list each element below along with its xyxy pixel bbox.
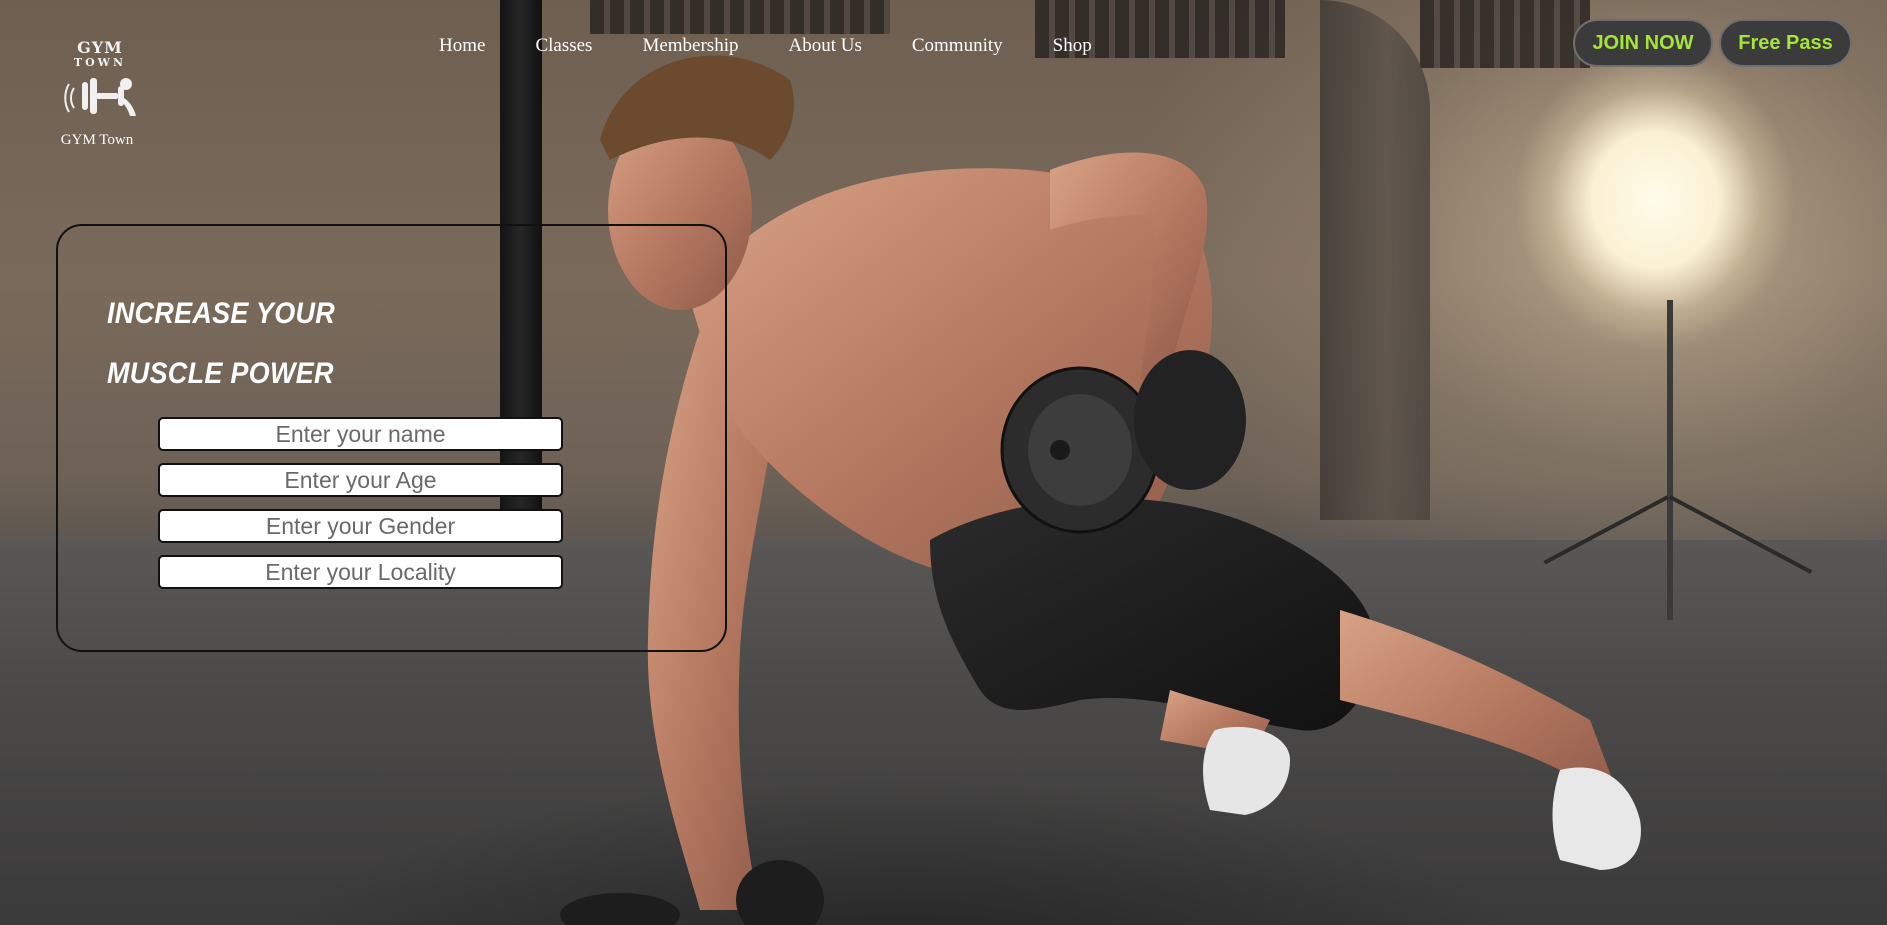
brand-name: GYM Town xyxy=(60,132,134,148)
age-input[interactable] xyxy=(158,463,563,497)
free-pass-button[interactable]: Free Pass xyxy=(1719,19,1852,67)
locality-input[interactable] xyxy=(158,555,563,589)
hero-headline-line1: INCREASE YOUR xyxy=(107,297,336,330)
dumbbell-logo-icon xyxy=(64,78,136,116)
nav-link-shop[interactable]: Shop xyxy=(1053,35,1092,57)
join-now-button[interactable]: JOIN NOW xyxy=(1573,19,1713,67)
hero-headline-line2: MUSCLE POWER xyxy=(107,357,334,390)
nav-link-classes[interactable]: Classes xyxy=(535,35,592,57)
main-navigation: Home Classes Membership About Us Communi… xyxy=(439,35,1142,57)
name-input[interactable] xyxy=(158,417,563,451)
gender-input[interactable] xyxy=(158,509,563,543)
nav-link-membership[interactable]: Membership xyxy=(642,35,738,57)
nav-link-home[interactable]: Home xyxy=(439,35,485,57)
nav-link-about-us[interactable]: About Us xyxy=(788,35,861,57)
site-logo[interactable]: GYM TOWN GYM Town xyxy=(60,36,140,149)
logo-mark: GYM TOWN xyxy=(60,36,140,118)
nav-link-community[interactable]: Community xyxy=(912,35,1003,57)
